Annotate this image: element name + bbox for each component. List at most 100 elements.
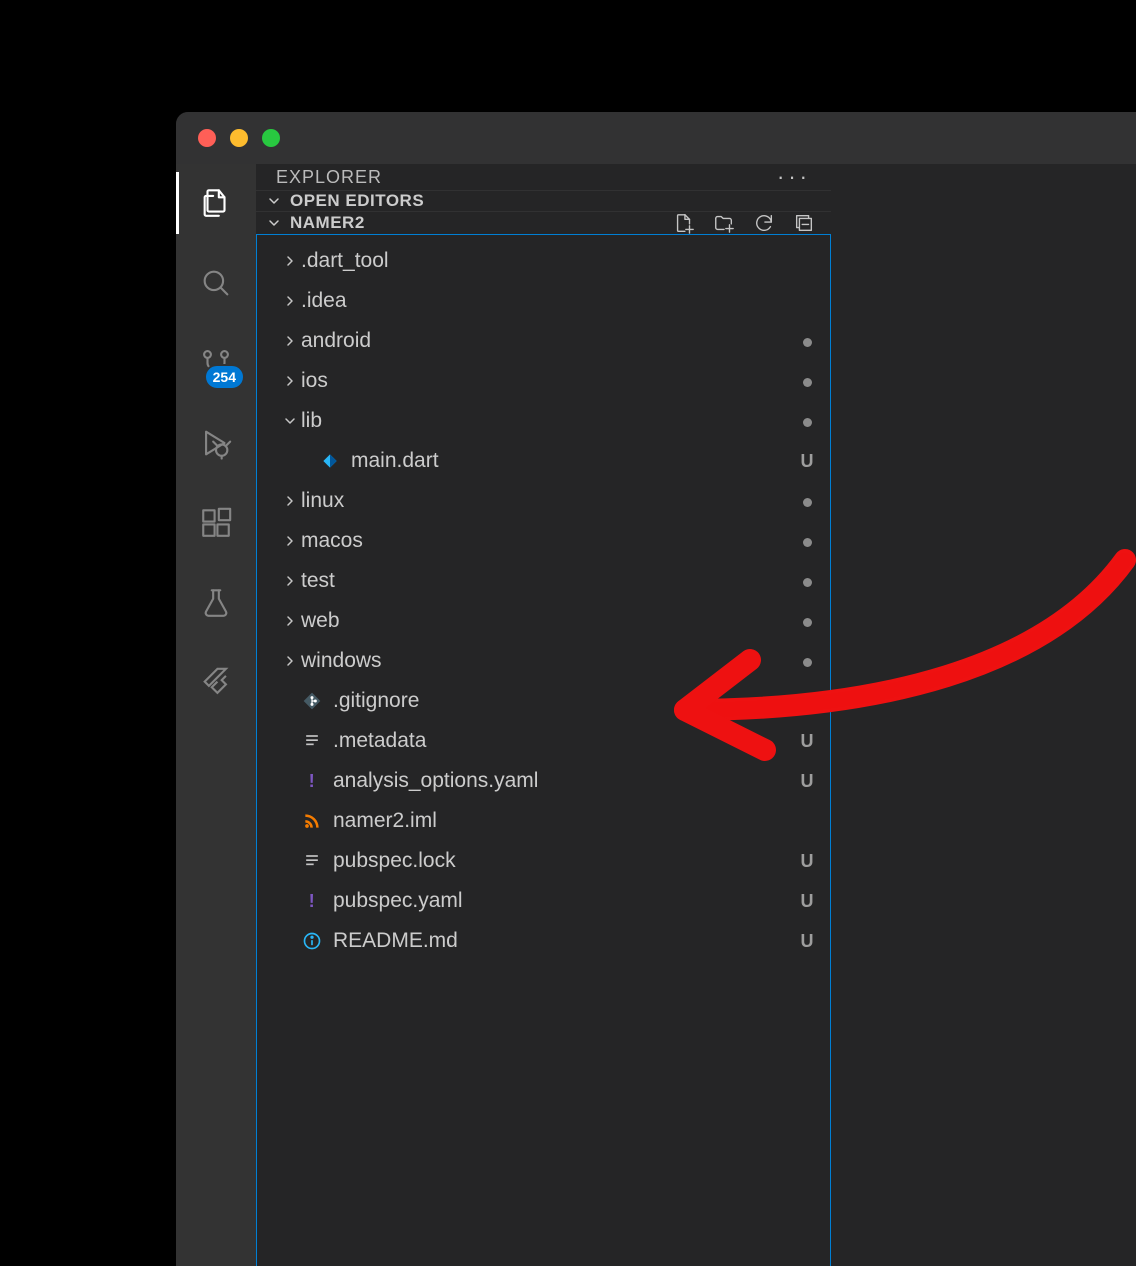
git-status: [798, 371, 816, 392]
file-tree: .dart_tool.ideaandroidioslibmain.dartUli…: [256, 234, 831, 1266]
feed-file-icon: [301, 810, 323, 832]
chevron-down-icon: [279, 413, 301, 429]
tree-item-label: android: [301, 329, 798, 353]
lines-file-icon: [301, 850, 323, 872]
window-zoom-button[interactable]: [262, 129, 280, 147]
explorer-header: EXPLORER ···: [256, 164, 831, 190]
lines-file-icon: [301, 730, 323, 752]
tree-item-label: pubspec.lock: [333, 849, 798, 873]
git-status: [798, 531, 816, 552]
open-editors-label: OPEN EDITORS: [290, 191, 424, 211]
activity-explorer[interactable]: [199, 186, 233, 220]
chevron-down-icon: [264, 191, 284, 211]
explorer-more-button[interactable]: ···: [777, 164, 811, 190]
vscode-window: 254 EXPLORER ···: [176, 112, 1136, 1266]
tree-item-label: windows: [301, 649, 798, 673]
chevron-right-icon: [279, 573, 301, 589]
dart-file-icon: [319, 450, 341, 472]
project-label: NAMER2: [290, 213, 365, 233]
git-status: [798, 411, 816, 432]
open-editors-section[interactable]: OPEN EDITORS: [256, 190, 831, 211]
tree-item-label: ios: [301, 369, 798, 393]
activity-run-debug[interactable]: [199, 426, 233, 460]
tree-file[interactable]: main.dartU: [257, 441, 830, 481]
tree-file[interactable]: README.mdU: [257, 921, 830, 961]
tree-file[interactable]: .gitignoreU: [257, 681, 830, 721]
git-status: [798, 651, 816, 672]
git-status: [798, 491, 816, 512]
tree-file[interactable]: ! pubspec.yamlU: [257, 881, 830, 921]
window-close-button[interactable]: [198, 129, 216, 147]
git-status: [798, 571, 816, 592]
source-control-badge: 254: [204, 364, 245, 390]
git-status: U: [798, 731, 816, 752]
tree-item-label: analysis_options.yaml: [333, 769, 798, 793]
tree-item-label: README.md: [333, 929, 798, 953]
new-file-icon[interactable]: [673, 212, 695, 234]
chevron-right-icon: [279, 253, 301, 269]
activity-source-control[interactable]: 254: [199, 346, 233, 380]
explorer-title: EXPLORER: [276, 167, 382, 188]
chevron-right-icon: [279, 653, 301, 669]
flutter-icon: [199, 666, 233, 700]
tree-file[interactable]: pubspec.lockU: [257, 841, 830, 881]
window-titlebar[interactable]: [176, 112, 1136, 164]
tree-file[interactable]: namer2.iml: [257, 801, 830, 841]
chevron-right-icon: [279, 613, 301, 629]
tree-folder[interactable]: .idea: [257, 281, 830, 321]
tree-item-label: linux: [301, 489, 798, 513]
tree-file[interactable]: ! analysis_options.yamlU: [257, 761, 830, 801]
git-status: U: [798, 771, 816, 792]
tree-folder[interactable]: lib: [257, 401, 830, 441]
explorer-sidebar: EXPLORER ··· OPEN EDITORS NAMER2: [256, 164, 831, 1266]
search-icon: [199, 266, 233, 300]
chevron-right-icon: [279, 533, 301, 549]
tree-item-label: .dart_tool: [301, 249, 798, 273]
activity-bar: 254: [176, 164, 256, 1266]
tree-folder[interactable]: .dart_tool: [257, 241, 830, 281]
tree-item-label: macos: [301, 529, 798, 553]
chevron-right-icon: [279, 333, 301, 349]
svg-text:!: !: [309, 891, 315, 911]
git-status: [798, 611, 816, 632]
chevron-right-icon: [279, 293, 301, 309]
files-icon: [199, 186, 233, 220]
tree-folder[interactable]: macos: [257, 521, 830, 561]
chevron-down-icon: [264, 213, 284, 233]
refresh-icon[interactable]: [753, 212, 775, 234]
tree-file[interactable]: .metadataU: [257, 721, 830, 761]
svg-text:!: !: [309, 771, 315, 791]
git-status: U: [798, 931, 816, 952]
tree-item-label: pubspec.yaml: [333, 889, 798, 913]
git-status: U: [798, 691, 816, 712]
tree-folder[interactable]: windows: [257, 641, 830, 681]
beaker-icon: [199, 586, 233, 620]
tree-item-label: namer2.iml: [333, 809, 798, 833]
tree-folder[interactable]: linux: [257, 481, 830, 521]
tree-folder[interactable]: web: [257, 601, 830, 641]
activity-flutter[interactable]: [199, 666, 233, 700]
window-minimize-button[interactable]: [230, 129, 248, 147]
tree-item-label: web: [301, 609, 798, 633]
git-status: U: [798, 851, 816, 872]
tree-folder[interactable]: android: [257, 321, 830, 361]
tree-item-label: test: [301, 569, 798, 593]
git-file-icon: [301, 690, 323, 712]
project-section[interactable]: NAMER2: [256, 211, 831, 234]
git-status: U: [798, 891, 816, 912]
tree-item-label: .metadata: [333, 729, 798, 753]
tree-folder[interactable]: test: [257, 561, 830, 601]
tree-item-label: main.dart: [351, 449, 798, 473]
git-status: [798, 331, 816, 352]
tree-folder[interactable]: ios: [257, 361, 830, 401]
activity-search[interactable]: [199, 266, 233, 300]
tree-item-label: lib: [301, 409, 798, 433]
new-folder-icon[interactable]: [713, 212, 735, 234]
activity-testing[interactable]: [199, 586, 233, 620]
chevron-right-icon: [279, 373, 301, 389]
activity-extensions[interactable]: [199, 506, 233, 540]
info-file-icon: [301, 930, 323, 952]
git-status: U: [798, 451, 816, 472]
collapse-all-icon[interactable]: [793, 212, 815, 234]
extensions-icon: [199, 506, 233, 540]
